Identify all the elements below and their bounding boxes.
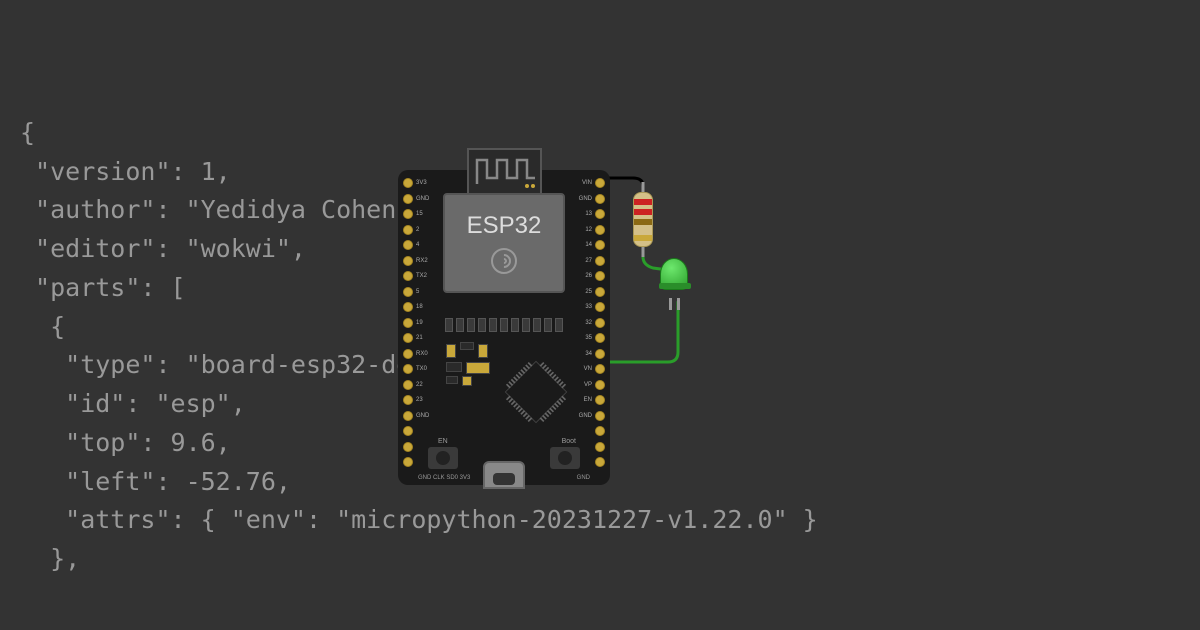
code-line: "attrs": { "env": "micropython-20231227-… xyxy=(20,505,818,534)
code-line: { xyxy=(20,118,35,147)
pin-column-right xyxy=(595,178,605,467)
code-line: "left": -52.76, xyxy=(20,467,291,496)
code-line: "id": "esp", xyxy=(20,389,246,418)
led-bulb-icon xyxy=(660,258,688,290)
code-line: "version": 1, xyxy=(20,157,231,186)
esp32-wroom-module: ESP32 xyxy=(443,148,565,298)
board-smd-components xyxy=(438,318,570,448)
boot-button[interactable] xyxy=(550,447,580,469)
pin-labels-left: 3V3GND 152 4RX2 TX25 1819 21RX0 TX022 23… xyxy=(416,178,432,421)
code-line: "parts": [ xyxy=(20,273,186,302)
circuit-diagram[interactable]: 3V3GND 152 4RX2 TX25 1819 21RX0 TX022 23… xyxy=(398,130,748,485)
esp32-devkit-board[interactable]: 3V3GND 152 4RX2 TX25 1819 21RX0 TX022 23… xyxy=(398,170,610,485)
boot-button-label: Boot xyxy=(562,438,576,445)
en-button-label: EN xyxy=(438,438,448,445)
bottom-labels-left: GND CLK SD0 3V3 xyxy=(418,475,470,481)
code-line: "top": 9.6, xyxy=(20,428,231,457)
espressif-logo-icon xyxy=(491,248,517,274)
bottom-labels-right: GND xyxy=(577,475,590,481)
code-line: "author": "Yedidya Cohen", xyxy=(20,195,426,224)
code-line: "editor": "wokwi", xyxy=(20,234,306,263)
code-line: "type": "board-esp32-dev xyxy=(20,350,426,379)
chip-shield: ESP32 xyxy=(443,193,565,293)
code-line: }, xyxy=(20,544,80,573)
chip-label: ESP32 xyxy=(467,212,542,240)
pin-column-left xyxy=(403,178,413,467)
led-component[interactable] xyxy=(660,258,690,298)
pin-labels-right: VINGND 1312 1427 2625 3332 3534 VNVP ENG… xyxy=(576,178,592,421)
en-button[interactable] xyxy=(428,447,458,469)
code-line: { xyxy=(20,312,65,341)
resistor-component[interactable] xyxy=(633,192,653,247)
usb-port-icon xyxy=(483,461,525,489)
mcu-chip xyxy=(505,361,568,424)
antenna-icon xyxy=(467,148,542,193)
